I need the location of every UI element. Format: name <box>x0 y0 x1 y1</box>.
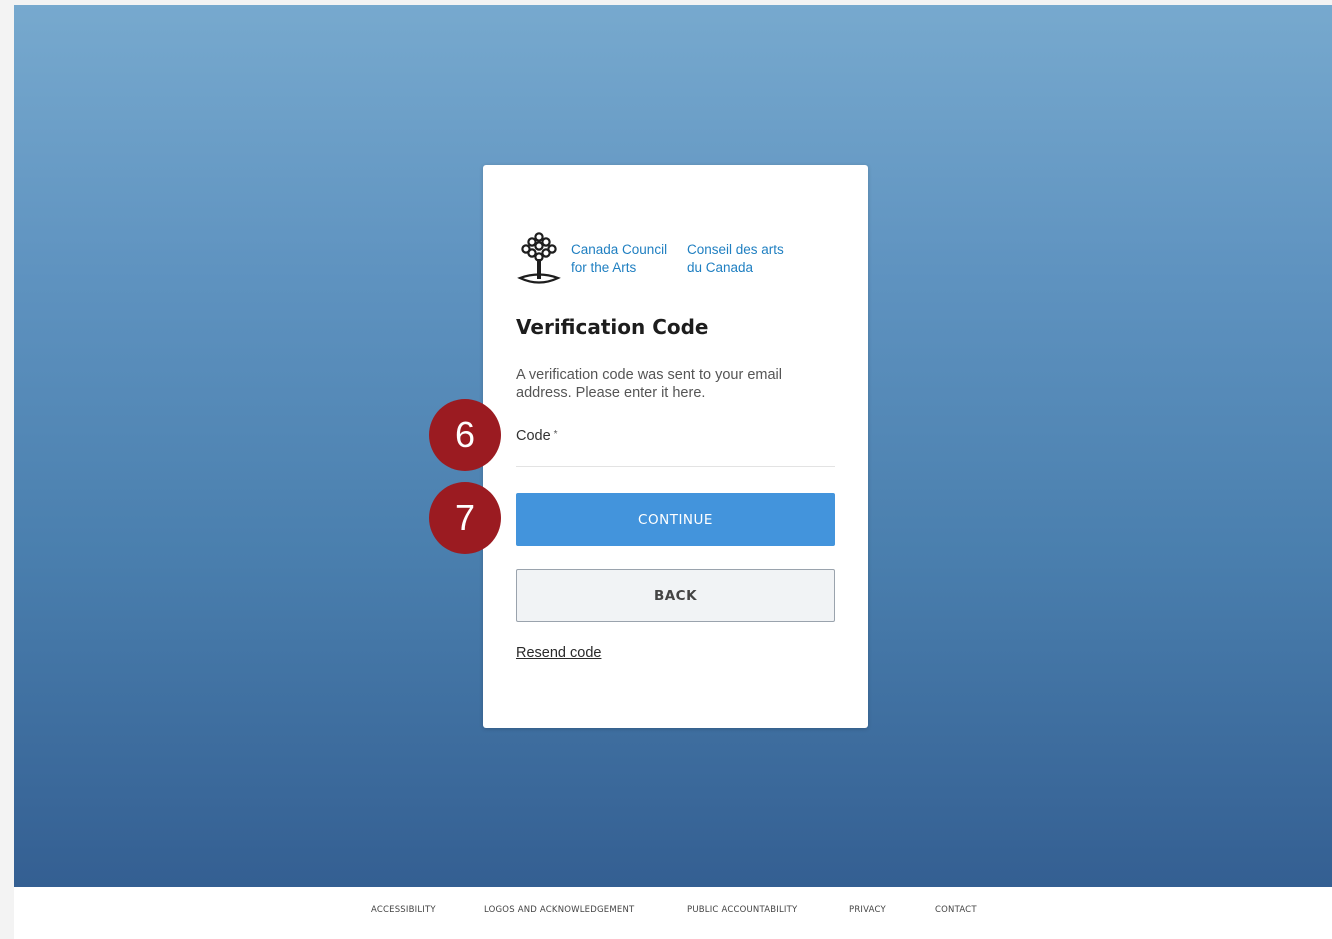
continue-button[interactable]: CONTINUE <box>516 493 835 546</box>
footer-link-contact[interactable]: CONTACT <box>935 905 977 915</box>
code-field-label: Code * <box>516 428 558 444</box>
footer-links: ACCESSIBILITY LOGOS AND ACKNOWLEDGEMENT … <box>0 905 1318 919</box>
footer-link-privacy[interactable]: PRIVACY <box>849 905 886 915</box>
logo-text-english: Canada Council for the Arts <box>571 241 667 277</box>
logo-en-line2: for the Arts <box>571 260 637 275</box>
canada-council-logo[interactable]: Canada Council for the Arts Conseil des … <box>516 231 816 287</box>
step-marker-6: 6 <box>429 399 501 471</box>
code-input[interactable] <box>516 445 835 467</box>
resend-code-link[interactable]: Resend code <box>516 645 601 661</box>
instruction-text: A verification code was sent to your ema… <box>516 367 782 401</box>
step-marker-7: 7 <box>429 482 501 554</box>
code-label-text: Code <box>516 428 551 444</box>
footer-link-accessibility[interactable]: ACCESSIBILITY <box>371 905 436 915</box>
footer-link-public-accountability[interactable]: PUBLIC ACCOUNTABILITY <box>687 905 797 915</box>
page-title: Verification Code <box>516 315 709 339</box>
logo-fr-line1: Conseil des arts <box>687 242 784 257</box>
hero-background: Canada Council for the Arts Conseil des … <box>14 5 1332 887</box>
back-button[interactable]: BACK <box>516 569 835 622</box>
logo-fr-line2: du Canada <box>687 260 754 275</box>
required-asterisk: * <box>553 429 558 440</box>
logo-en-line1: Canada Council <box>571 242 668 257</box>
tree-logo-icon <box>517 232 561 284</box>
browser-viewport: Canada Council for the Arts Conseil des … <box>14 5 1332 939</box>
footer-link-logos[interactable]: LOGOS AND ACKNOWLEDGEMENT <box>484 905 634 915</box>
logo-text-french: Conseil des arts du Canada <box>687 241 784 277</box>
verification-card: Canada Council for the Arts Conseil des … <box>483 165 868 728</box>
